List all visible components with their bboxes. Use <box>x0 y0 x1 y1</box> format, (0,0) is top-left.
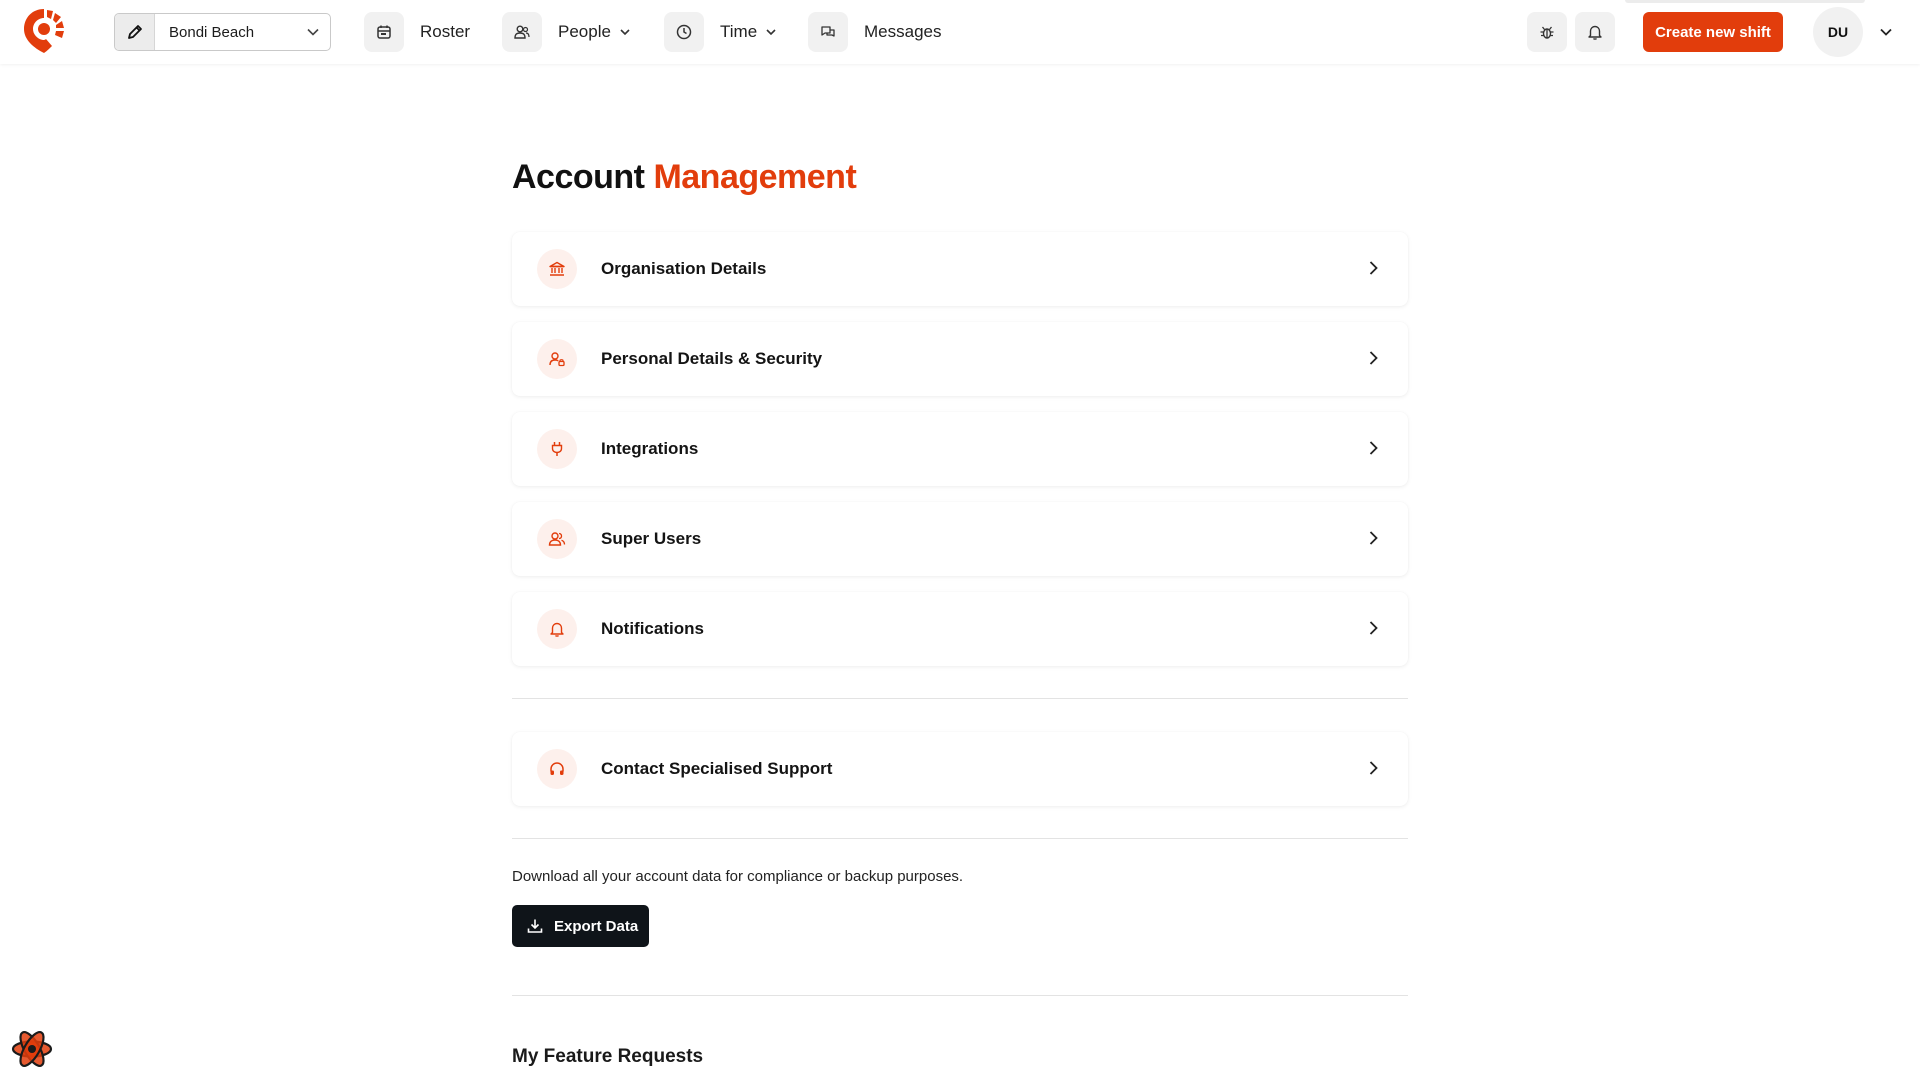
notifications-button[interactable] <box>1575 12 1615 52</box>
headphones-icon <box>550 762 564 775</box>
chevron-right-icon <box>1364 529 1382 552</box>
card-label: Personal Details & Security <box>601 349 823 368</box>
section-divider <box>512 838 1408 839</box>
location-label: Bondi Beach <box>169 23 255 41</box>
user-lock-icon <box>549 352 565 367</box>
chevron-down-icon <box>765 26 777 38</box>
card-label: Contact Specialised Support <box>601 759 833 778</box>
chat-icon <box>821 26 835 37</box>
chevron-down-icon[interactable] <box>1878 24 1894 45</box>
card-label: Organisation Details <box>601 259 767 278</box>
card-label: Super Users <box>601 529 702 548</box>
section-divider <box>512 995 1408 996</box>
nav-roster[interactable]: Roster <box>364 12 470 52</box>
nav-messages[interactable]: Messages <box>808 12 941 52</box>
export-data-label: Export Data <box>554 917 639 935</box>
export-data-button[interactable]: Export Data <box>512 905 649 947</box>
people-icon <box>514 25 530 39</box>
bug-icon <box>1540 26 1554 39</box>
card-label: Notifications <box>601 619 704 638</box>
bell-icon <box>550 622 564 637</box>
top-navigation-bar: Bondi Beach Roster People Time Messages … <box>0 0 1920 64</box>
nav-time[interactable]: Time <box>664 12 777 52</box>
download-icon <box>527 919 543 933</box>
card-organisation-details[interactable]: Organisation Details <box>512 232 1408 306</box>
export-description: Download all your account data for compl… <box>512 868 964 885</box>
section-divider <box>512 698 1408 699</box>
card-super-users[interactable]: Super Users <box>512 502 1408 576</box>
user-group-icon <box>548 532 566 546</box>
bank-icon <box>549 261 565 276</box>
calendar-icon <box>377 25 391 39</box>
pencil-icon <box>127 25 142 39</box>
chevron-down-icon <box>296 25 330 39</box>
bug-report-button[interactable] <box>1527 12 1567 52</box>
card-integrations[interactable]: Integrations <box>512 412 1408 486</box>
chevron-right-icon <box>1364 439 1382 462</box>
chevron-right-icon <box>1364 349 1382 372</box>
avatar[interactable]: DU <box>1813 7 1863 57</box>
chevron-down-icon <box>619 26 631 38</box>
brand-logo-icon[interactable] <box>22 7 66 55</box>
page-title-part1: Account <box>512 158 645 196</box>
nav-people[interactable]: People <box>502 12 631 52</box>
chevron-right-icon <box>1364 259 1382 282</box>
page-title-part2: Management <box>653 158 857 196</box>
card-contact-specialised-support[interactable]: Contact Specialised Support <box>512 732 1408 806</box>
location-select[interactable]: Bondi Beach <box>114 13 331 51</box>
card-personal-details-security[interactable]: Personal Details & Security <box>512 322 1408 396</box>
devtools-atom-icon[interactable] <box>10 1027 54 1071</box>
nav-time-label: Time <box>720 22 758 41</box>
card-label: Integrations <box>601 439 699 458</box>
page-title: Account Management <box>512 158 857 197</box>
location-edit-button[interactable] <box>115 14 155 50</box>
nav-roster-label: Roster <box>420 22 471 41</box>
chevron-right-icon <box>1364 619 1382 642</box>
nav-messages-label: Messages <box>864 22 942 41</box>
top-accent-strip <box>1625 0 1865 3</box>
bell-icon <box>1588 25 1602 40</box>
create-new-shift-button[interactable]: Create new shift <box>1643 12 1783 52</box>
plug-icon <box>551 442 563 456</box>
clock-icon <box>676 24 692 40</box>
feature-requests-title: My Feature Requests <box>512 1046 704 1067</box>
card-notifications[interactable]: Notifications <box>512 592 1408 666</box>
nav-people-label: People <box>558 22 611 41</box>
chevron-right-icon <box>1364 759 1382 782</box>
